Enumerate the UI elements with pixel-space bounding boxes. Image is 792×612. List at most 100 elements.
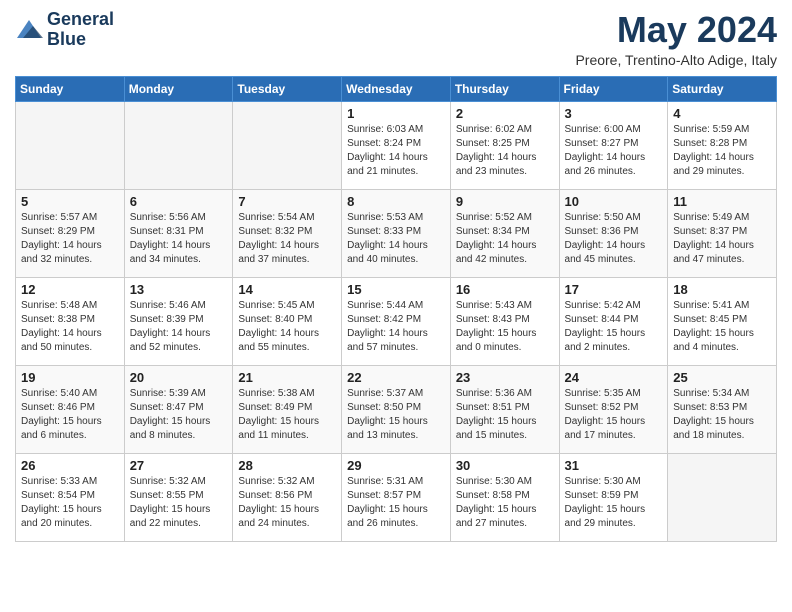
cell-info: Sunrise: 5:44 AMSunset: 8:42 PMDaylight:… — [347, 299, 445, 355]
day-number: 8 — [347, 194, 445, 209]
calendar-cell: 31 Sunrise: 5:30 AMSunset: 8:59 PMDayligh… — [559, 453, 668, 541]
calendar-cell — [124, 101, 233, 189]
calendar-cell: 17 Sunrise: 5:42 AMSunset: 8:44 PMDayligh… — [559, 277, 668, 365]
day-number: 2 — [456, 106, 554, 121]
day-number: 31 — [565, 458, 663, 473]
calendar-cell: 8 Sunrise: 5:53 AMSunset: 8:33 PMDaylight… — [342, 189, 451, 277]
day-number: 28 — [238, 458, 336, 473]
calendar-cell: 2Sunrise: 6:02 AMSunset: 8:25 PMDaylight… — [450, 101, 559, 189]
calendar-cell: 15 Sunrise: 5:44 AMSunset: 8:42 PMDayligh… — [342, 277, 451, 365]
day-number: 11 — [673, 194, 771, 209]
cell-info: Sunrise: 5:57 AMSunset: 8:29 PMDaylight:… — [21, 211, 119, 267]
cell-info: Sunrise: 5:39 AMSunset: 8:47 PMDaylight:… — [130, 387, 228, 443]
calendar-cell: 7 Sunrise: 5:54 AMSunset: 8:32 PMDaylight… — [233, 189, 342, 277]
cell-info: Sunrise: 5:37 AMSunset: 8:50 PMDaylight:… — [347, 387, 445, 443]
cell-info: Sunrise: 5:30 AMSunset: 8:58 PMDaylight:… — [456, 475, 554, 531]
cell-info: Sunrise: 5:38 AMSunset: 8:49 PMDaylight:… — [238, 387, 336, 443]
logo-line1: General — [47, 10, 114, 30]
calendar-cell: 30 Sunrise: 5:30 AMSunset: 8:58 PMDayligh… — [450, 453, 559, 541]
calendar-cell: 19 Sunrise: 5:40 AMSunset: 8:46 PMDayligh… — [16, 365, 125, 453]
day-of-week-header: Thursday — [450, 76, 559, 101]
day-of-week-header: Sunday — [16, 76, 125, 101]
cell-info: Sunrise: 5:33 AMSunset: 8:54 PMDaylight:… — [21, 475, 119, 531]
calendar-week-row: 12 Sunrise: 5:48 AMSunset: 8:38 PMDayligh… — [16, 277, 777, 365]
day-number: 7 — [238, 194, 336, 209]
calendar-cell: 23 Sunrise: 5:36 AMSunset: 8:51 PMDayligh… — [450, 365, 559, 453]
day-number: 3 — [565, 106, 663, 121]
page-header: General Blue May 2024 Preore, Trentino-A… — [15, 10, 777, 68]
calendar-cell: 21 Sunrise: 5:38 AMSunset: 8:49 PMDayligh… — [233, 365, 342, 453]
day-of-week-header: Tuesday — [233, 76, 342, 101]
logo-icon — [15, 16, 43, 44]
day-of-week-header: Wednesday — [342, 76, 451, 101]
cell-info: Sunrise: 5:45 AMSunset: 8:40 PMDaylight:… — [238, 299, 336, 355]
cell-info: Sunrise: 5:36 AMSunset: 8:51 PMDaylight:… — [456, 387, 554, 443]
calendar-cell: 18 Sunrise: 5:41 AMSunset: 8:45 PMDayligh… — [668, 277, 777, 365]
logo-line2: Blue — [47, 30, 114, 50]
calendar-cell: 13 Sunrise: 5:46 AMSunset: 8:39 PMDayligh… — [124, 277, 233, 365]
calendar-week-row: 26 Sunrise: 5:33 AMSunset: 8:54 PMDayligh… — [16, 453, 777, 541]
day-number: 24 — [565, 370, 663, 385]
calendar-cell: 6Sunrise: 5:56 AMSunset: 8:31 PMDaylight… — [124, 189, 233, 277]
calendar-cell: 5 Sunrise: 5:57 AMSunset: 8:29 PMDaylight… — [16, 189, 125, 277]
day-number: 26 — [21, 458, 119, 473]
cell-info: Sunrise: 6:00 AMSunset: 8:27 PMDaylight:… — [565, 123, 663, 179]
day-number: 9 — [456, 194, 554, 209]
day-number: 13 — [130, 282, 228, 297]
day-number: 5 — [21, 194, 119, 209]
calendar-cell: 3 Sunrise: 6:00 AMSunset: 8:27 PMDaylight… — [559, 101, 668, 189]
day-number: 19 — [21, 370, 119, 385]
calendar-cell: 26 Sunrise: 5:33 AMSunset: 8:54 PMDayligh… — [16, 453, 125, 541]
calendar-cell: 10Sunrise: 5:50 AMSunset: 8:36 PMDayligh… — [559, 189, 668, 277]
day-number: 23 — [456, 370, 554, 385]
day-number: 12 — [21, 282, 119, 297]
calendar-cell — [233, 101, 342, 189]
calendar-cell: 24Sunrise: 5:35 AMSunset: 8:52 PMDayligh… — [559, 365, 668, 453]
cell-info: Sunrise: 5:31 AMSunset: 8:57 PMDaylight:… — [347, 475, 445, 531]
cell-info: Sunrise: 5:48 AMSunset: 8:38 PMDaylight:… — [21, 299, 119, 355]
cell-info: Sunrise: 5:49 AMSunset: 8:37 PMDaylight:… — [673, 211, 771, 267]
day-number: 17 — [565, 282, 663, 297]
day-number: 21 — [238, 370, 336, 385]
calendar-week-row: 5 Sunrise: 5:57 AMSunset: 8:29 PMDaylight… — [16, 189, 777, 277]
cell-info: Sunrise: 5:32 AMSunset: 8:56 PMDaylight:… — [238, 475, 336, 531]
day-number: 6 — [130, 194, 228, 209]
cell-info: Sunrise: 5:30 AMSunset: 8:59 PMDaylight:… — [565, 475, 663, 531]
calendar-cell: 12 Sunrise: 5:48 AMSunset: 8:38 PMDayligh… — [16, 277, 125, 365]
logo: General Blue — [15, 10, 114, 50]
day-number: 30 — [456, 458, 554, 473]
day-number: 18 — [673, 282, 771, 297]
calendar-cell: 20Sunrise: 5:39 AMSunset: 8:47 PMDayligh… — [124, 365, 233, 453]
cell-info: Sunrise: 5:32 AMSunset: 8:55 PMDaylight:… — [130, 475, 228, 531]
day-number: 4 — [673, 106, 771, 121]
calendar-week-row: 19 Sunrise: 5:40 AMSunset: 8:46 PMDayligh… — [16, 365, 777, 453]
day-number: 22 — [347, 370, 445, 385]
cell-info: Sunrise: 5:52 AMSunset: 8:34 PMDaylight:… — [456, 211, 554, 267]
calendar-cell: 14 Sunrise: 5:45 AMSunset: 8:40 PMDayligh… — [233, 277, 342, 365]
day-of-week-header: Saturday — [668, 76, 777, 101]
cell-info: Sunrise: 5:42 AMSunset: 8:44 PMDaylight:… — [565, 299, 663, 355]
day-number: 25 — [673, 370, 771, 385]
cell-info: Sunrise: 5:46 AMSunset: 8:39 PMDaylight:… — [130, 299, 228, 355]
cell-info: Sunrise: 5:59 AMSunset: 8:28 PMDaylight:… — [673, 123, 771, 179]
cell-info: Sunrise: 5:53 AMSunset: 8:33 PMDaylight:… — [347, 211, 445, 267]
cell-info: Sunrise: 6:03 AMSunset: 8:24 PMDaylight:… — [347, 123, 445, 179]
calendar-cell — [668, 453, 777, 541]
title-block: May 2024 Preore, Trentino-Alto Adige, It… — [575, 10, 777, 68]
cell-info: Sunrise: 5:34 AMSunset: 8:53 PMDaylight:… — [673, 387, 771, 443]
day-number: 15 — [347, 282, 445, 297]
day-number: 27 — [130, 458, 228, 473]
day-number: 14 — [238, 282, 336, 297]
calendar-cell — [16, 101, 125, 189]
calendar-cell: 1 Sunrise: 6:03 AMSunset: 8:24 PMDaylight… — [342, 101, 451, 189]
month-title: May 2024 — [575, 10, 777, 50]
day-number: 29 — [347, 458, 445, 473]
day-number: 1 — [347, 106, 445, 121]
cell-info: Sunrise: 5:54 AMSunset: 8:32 PMDaylight:… — [238, 211, 336, 267]
cell-info: Sunrise: 5:43 AMSunset: 8:43 PMDaylight:… — [456, 299, 554, 355]
calendar-cell: 28 Sunrise: 5:32 AMSunset: 8:56 PMDayligh… — [233, 453, 342, 541]
cell-info: Sunrise: 5:40 AMSunset: 8:46 PMDaylight:… — [21, 387, 119, 443]
calendar-cell: 16Sunrise: 5:43 AMSunset: 8:43 PMDayligh… — [450, 277, 559, 365]
cell-info: Sunrise: 5:41 AMSunset: 8:45 PMDaylight:… — [673, 299, 771, 355]
calendar-cell: 9 Sunrise: 5:52 AMSunset: 8:34 PMDaylight… — [450, 189, 559, 277]
